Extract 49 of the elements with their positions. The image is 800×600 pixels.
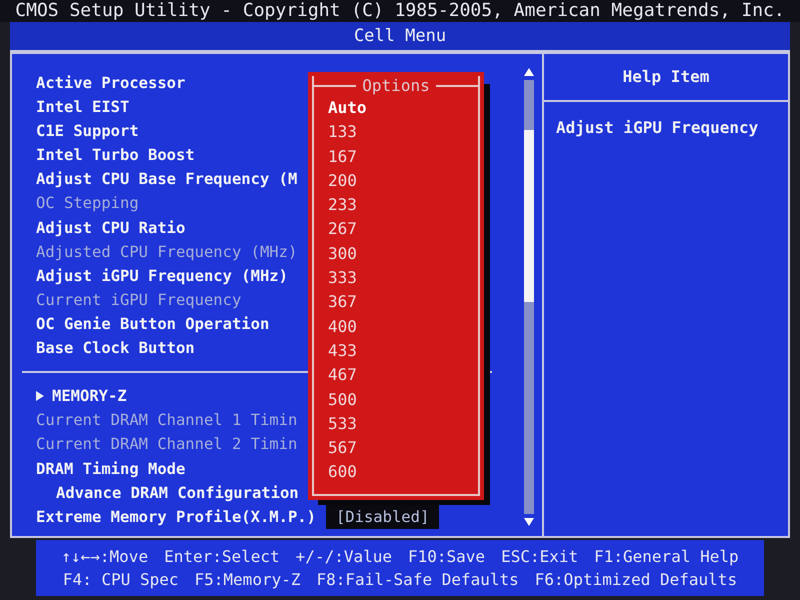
setting-label[interactable]: Intel Turbo Boost [36,143,195,168]
setting-label[interactable]: C1E Support [36,119,139,144]
option-item[interactable]: 267 [328,217,357,242]
setting-label[interactable]: Adjust iGPU Frequency (MHz) [36,264,288,288]
setting-label[interactable]: OC Genie Button Operation [36,312,270,336]
key-hint: F1:General Help [594,546,739,568]
option-item[interactable]: 467 [328,363,357,388]
option-item[interactable]: 300 [328,242,357,266]
option-item[interactable]: 167 [328,144,357,169]
option-item[interactable]: 600 [328,460,357,485]
help-title: Help Item [622,66,710,88]
key-hint: ESC:Exit [501,546,578,568]
help-text: Adjust iGPU Frequency [555,117,760,139]
setting-label[interactable]: Intel EIST [36,95,130,120]
setting-label[interactable]: Adjust CPU Base Frequency (M [36,167,298,192]
setting-label[interactable]: Extreme Memory Profile(X.M.P.) [36,504,316,529]
option-item[interactable]: 133 [328,120,357,145]
down-arrow-icon [524,518,534,526]
option-item[interactable]: 433 [328,338,357,364]
setting-label[interactable]: DRAM Timing Mode [36,456,186,481]
setting-label[interactable]: Adjust CPU Ratio [36,216,186,240]
option-item[interactable]: 333 [328,266,357,290]
options-title: Options [362,76,430,96]
setting-label[interactable]: Base Clock Button [36,336,195,360]
menu-title: Cell Menu [354,24,446,48]
option-item[interactable]: 567 [328,436,357,460]
option-item[interactable]: 200 [328,168,357,194]
scrollbar[interactable] [522,68,536,526]
key-hint: F5:Memory-Z [194,569,300,591]
setting-value[interactable]: [Disabled] [326,504,440,529]
key-hint: F6:Optimized Defaults [534,569,738,591]
option-item[interactable]: 233 [328,193,357,218]
setting-label[interactable]: Active Processor [36,71,186,96]
window-title: CMOS Setup Utility - Copyright (C) 1985-2005, American Megatrends, Inc. [15,0,785,23]
key-hint: ↑↓←→:Move [61,546,148,568]
triangle-icon [36,391,44,402]
key-hint: +/-/:Value [296,546,392,568]
key-hint: F8:Fail-Safe Defaults [316,569,519,591]
submenu-item[interactable]: MEMORY-Z [36,384,127,408]
option-item[interactable]: 367 [328,290,357,315]
scrollbar-thumb[interactable] [524,130,534,302]
option-item[interactable]: 533 [328,412,357,436]
option-item[interactable]: 500 [328,388,357,412]
option-item[interactable]: 400 [328,314,357,339]
option-item[interactable]: Auto [328,96,367,120]
key-hint: F10:Save [408,546,486,568]
key-hint: F4: CPU Spec [62,569,179,591]
key-hint: Enter:Select [164,546,280,568]
setting-label[interactable]: Advance DRAM Configuration [56,480,299,505]
